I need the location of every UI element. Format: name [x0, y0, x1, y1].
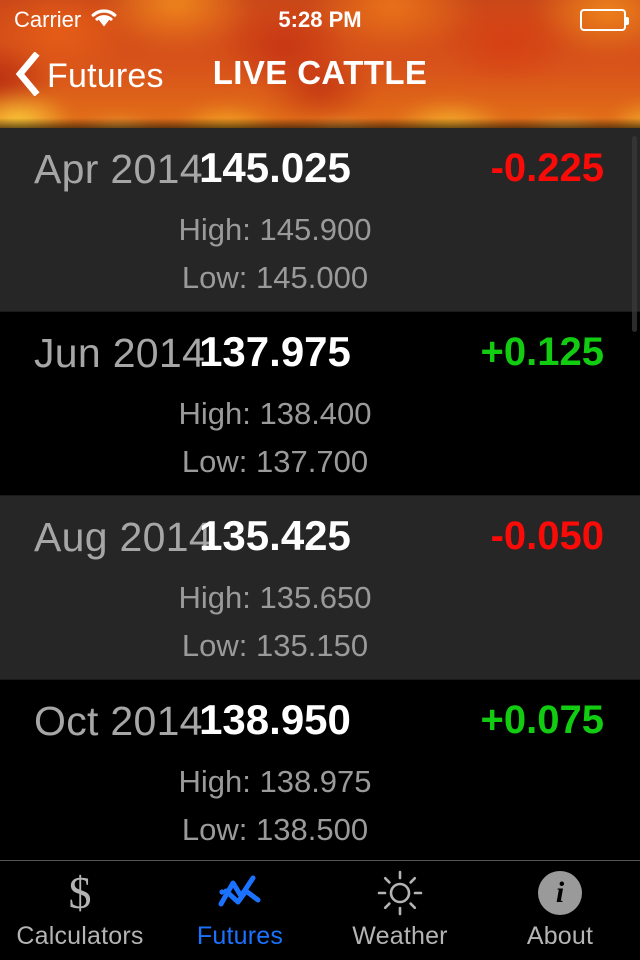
quote-row-main: Jun 2014 137.975 +0.125: [0, 312, 640, 390]
header: Carrier 5:28 PM Futures LIVE CATTLE: [0, 0, 640, 128]
high-label: High:: [178, 212, 251, 247]
tab-bar: $ Calculators Futures Weather i About: [0, 860, 640, 960]
status-bar: Carrier 5:28 PM: [0, 0, 640, 40]
line-chart-icon: [216, 870, 264, 916]
low-value: 145.000: [256, 260, 369, 295]
tab-about-label: About: [526, 922, 594, 950]
info-circle-icon: i: [538, 870, 582, 916]
high-label: High:: [178, 764, 251, 799]
tab-futures[interactable]: Futures: [160, 861, 320, 960]
price-change: -0.050: [490, 514, 604, 558]
quote-high-line: High: 145.900: [0, 206, 595, 254]
table-row[interactable]: Aug 2014 135.425 -0.050 High: 135.650 Low: 1…: [0, 496, 640, 680]
app-root: Carrier 5:28 PM Futures LIVE CATTLE Apr …: [0, 0, 640, 960]
table-row[interactable]: Oct 2014 138.950 +0.075 High: 138.975 Low: 1…: [0, 680, 640, 860]
tab-about[interactable]: i About: [480, 861, 640, 960]
high-label: High:: [178, 396, 251, 431]
quote-low-line: Low: 137.700: [0, 438, 595, 486]
low-value: 138.500: [256, 812, 369, 847]
tab-futures-label: Futures: [196, 922, 284, 950]
tab-weather[interactable]: Weather: [320, 861, 480, 960]
page-title: LIVE CATTLE: [212, 54, 428, 91]
tab-calculators[interactable]: $ Calculators: [0, 861, 160, 960]
navigation-bar: Futures LIVE CATTLE: [0, 44, 640, 114]
high-value: 135.650: [259, 580, 372, 615]
battery-full-icon: [580, 9, 629, 31]
table-row[interactable]: Apr 2014 145.025 -0.225 High: 145.900 Low: 1…: [0, 128, 640, 312]
battery-nub: [626, 17, 629, 25]
quote-low-line: Low: 135.150: [0, 622, 595, 670]
price-change: +0.125: [480, 330, 604, 374]
low-label: Low:: [181, 812, 248, 847]
low-value: 135.150: [256, 628, 369, 663]
low-value: 137.700: [256, 444, 369, 479]
status-bar-right: [580, 9, 629, 31]
table-row[interactable]: Jun 2014 137.975 +0.125 High: 138.400 Low: 1…: [0, 312, 640, 496]
low-label: Low:: [181, 260, 248, 295]
price-change: +0.075: [480, 698, 604, 742]
quote-high-line: High: 138.400: [0, 390, 595, 438]
low-label: Low:: [181, 628, 248, 663]
high-label: High:: [178, 580, 251, 615]
tab-weather-label: Weather: [352, 922, 448, 950]
quote-high-line: High: 135.650: [0, 574, 595, 622]
high-value: 138.400: [259, 396, 372, 431]
price-change: -0.225: [490, 146, 604, 190]
header-bottom-shadow: [0, 118, 640, 128]
quote-low-line: Low: 138.500: [0, 806, 595, 854]
tab-calculators-label: Calculators: [16, 922, 144, 950]
low-label: Low:: [181, 444, 248, 479]
quote-low-line: Low: 145.000: [0, 254, 595, 302]
sun-icon: [377, 870, 423, 916]
quote-row-main: Apr 2014 145.025 -0.225: [0, 128, 640, 206]
high-value: 145.900: [259, 212, 372, 247]
quote-row-main: Oct 2014 138.950 +0.075: [0, 680, 640, 758]
quote-row-main: Aug 2014 135.425 -0.050: [0, 496, 640, 574]
quote-high-line: High: 138.975: [0, 758, 595, 806]
quotes-list[interactable]: Apr 2014 145.025 -0.225 High: 145.900 Low: 1…: [0, 128, 640, 860]
dollar-sign-icon: $: [68, 867, 92, 918]
scrollbar[interactable]: [632, 136, 637, 332]
status-bar-clock: 5:28 PM: [278, 7, 362, 32]
high-value: 138.975: [259, 764, 372, 799]
